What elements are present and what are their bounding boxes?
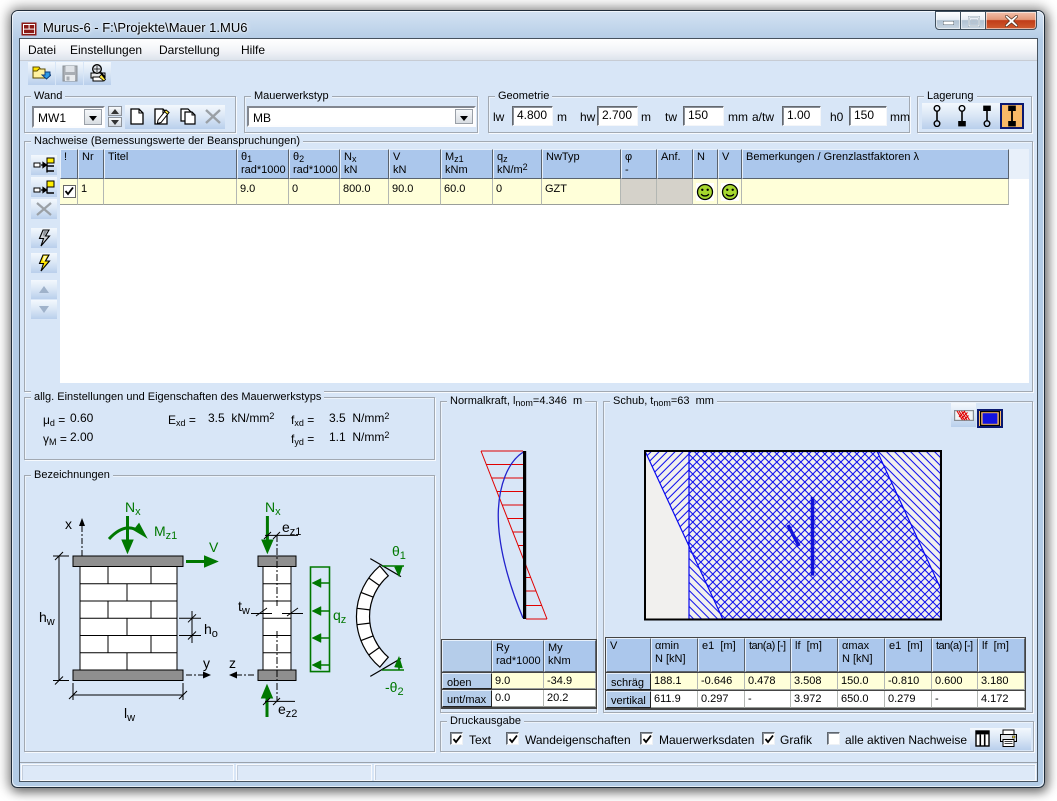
svg-text:x: x — [65, 516, 72, 532]
svg-text:V: V — [209, 539, 219, 555]
svg-text:-θ2: -θ2 — [385, 679, 404, 698]
svg-text:Nx: Nx — [125, 499, 141, 518]
svg-text:qz: qz — [333, 607, 346, 626]
svg-text:ho: ho — [204, 621, 218, 640]
svg-text:y: y — [203, 655, 210, 671]
svg-text:hw: hw — [39, 609, 55, 628]
svg-text:lw: lw — [124, 705, 135, 724]
svg-text:ez2: ez2 — [278, 701, 297, 720]
svg-text:Nx: Nx — [265, 499, 281, 518]
svg-text:tw: tw — [238, 598, 250, 617]
svg-text:θ1: θ1 — [392, 543, 406, 562]
svg-text:z: z — [229, 655, 236, 671]
svg-text:Mz1: Mz1 — [154, 523, 177, 542]
